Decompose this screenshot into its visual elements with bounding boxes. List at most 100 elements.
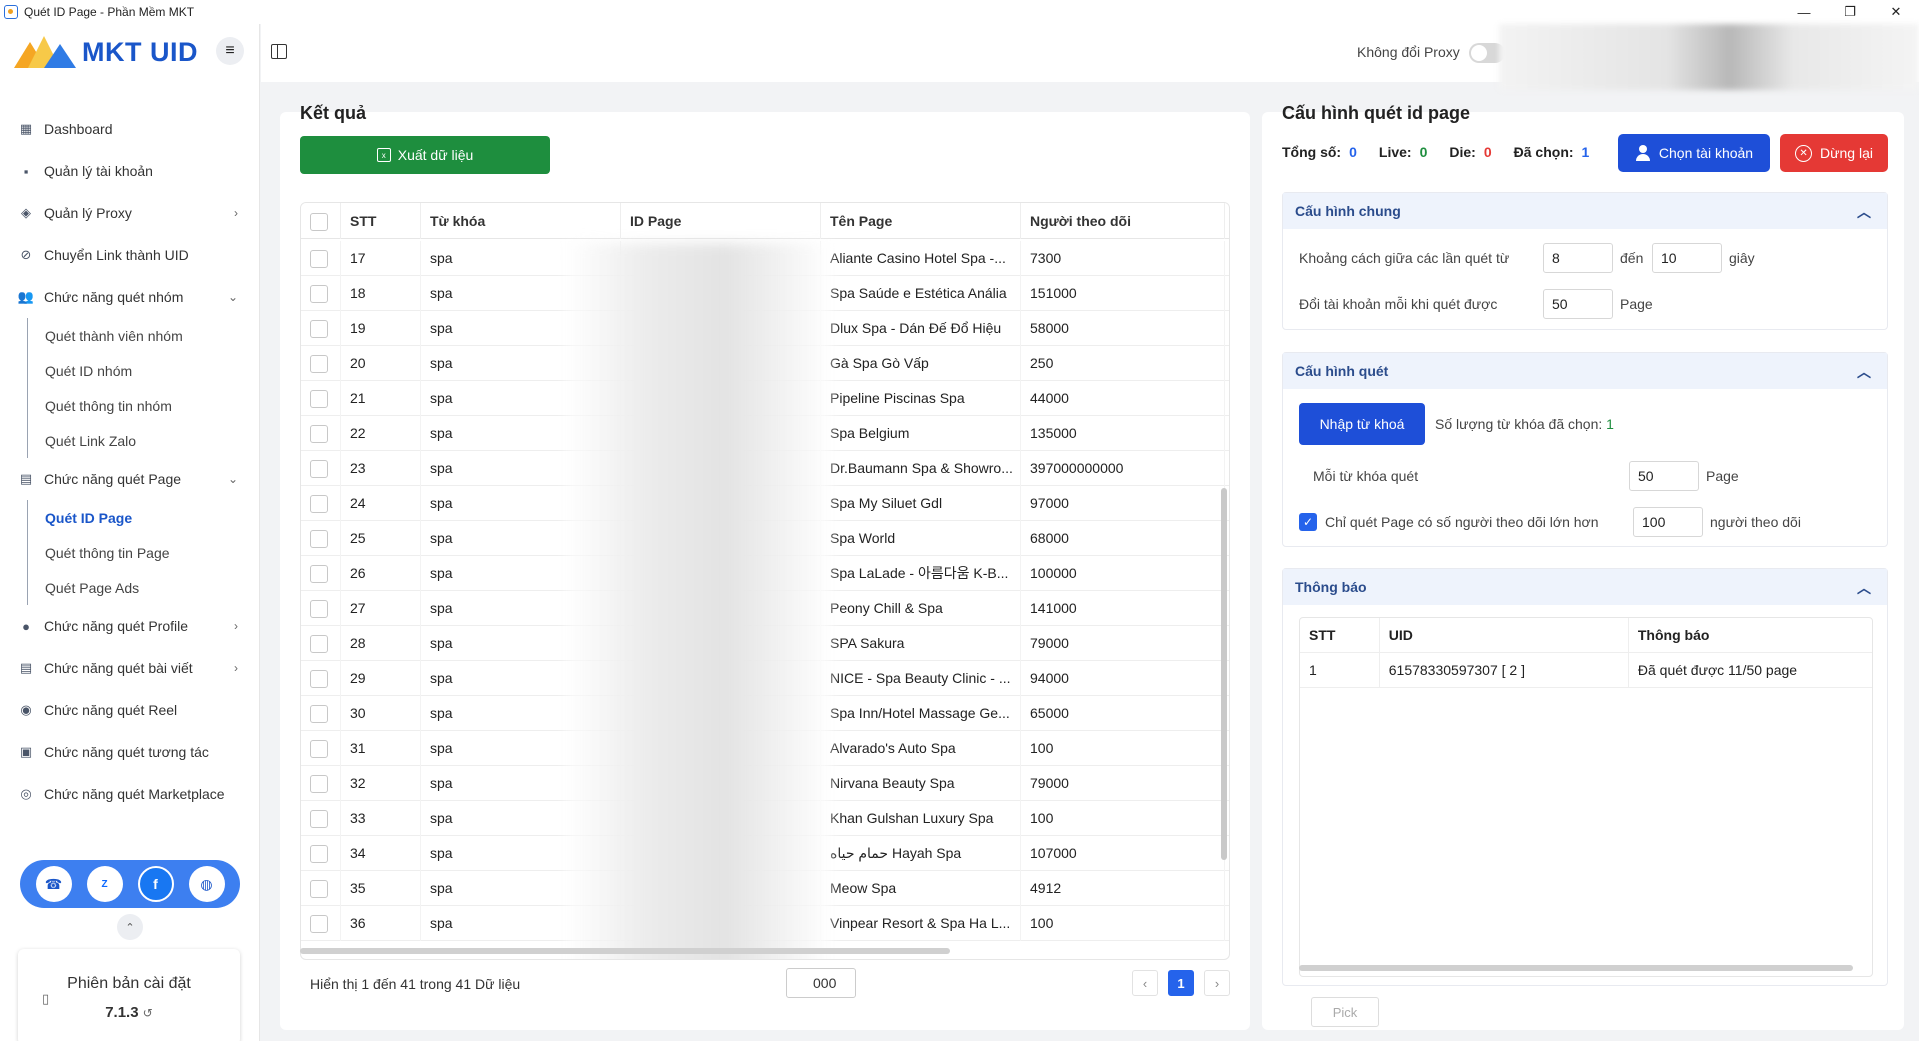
panel-toggle-icon[interactable]	[271, 44, 287, 59]
row-checkbox[interactable]	[310, 460, 328, 479]
globe-icon[interactable]: ◍	[188, 866, 225, 902]
table-row[interactable]: 1 61578330597307 [ 2 ] Đã quét được 11/5…	[1300, 653, 1872, 688]
row-checkbox-cell	[301, 556, 341, 591]
scan-config-header[interactable]: Cấu hình quét ︿	[1283, 353, 1887, 389]
cell-page-name: Aliante Casino Hotel Spa -...	[821, 241, 1021, 276]
row-checkbox[interactable]	[310, 530, 328, 549]
select-all-checkbox[interactable]	[310, 213, 328, 232]
row-checkbox[interactable]	[310, 880, 328, 899]
col-stt[interactable]: STT	[341, 203, 421, 239]
row-checkbox[interactable]	[310, 845, 328, 864]
export-button[interactable]: x Xuất dữ liệu	[300, 136, 550, 174]
support-chat-icon[interactable]: ☎	[35, 866, 72, 902]
zalo-icon[interactable]: Z	[86, 866, 123, 902]
interval-to-input[interactable]: 10	[1652, 243, 1722, 273]
col-followers[interactable]: Người theo dõi	[1021, 203, 1225, 239]
row-checkbox[interactable]	[310, 565, 328, 584]
next-page-icon[interactable]: ›	[1204, 970, 1230, 996]
close-icon[interactable]: ✕	[1873, 0, 1919, 24]
row-checkbox-cell	[301, 836, 341, 871]
row-checkbox[interactable]	[310, 355, 328, 374]
notification-scrollbar[interactable]	[1299, 965, 1853, 971]
sidebar-sub-group-id[interactable]: Quét ID nhóm	[0, 353, 260, 388]
cell-followers: 100	[1021, 801, 1225, 836]
row-checkbox[interactable]	[310, 495, 328, 514]
filter-followers-input[interactable]: 100	[1633, 507, 1703, 537]
row-checkbox[interactable]	[310, 425, 328, 444]
import-keywords-button[interactable]: Nhập từ khoá	[1299, 403, 1425, 445]
row-checkbox[interactable]	[310, 320, 328, 339]
prev-page-icon[interactable]: ‹	[1132, 970, 1158, 996]
row-checkbox[interactable]	[310, 600, 328, 619]
horizontal-scrollbar[interactable]	[300, 948, 950, 954]
cell-stt: 29	[341, 661, 421, 696]
notification-section: Thông báo ︿ STT UID Thông báo 1 615783305…	[1282, 568, 1888, 1027]
sidebar-sub-group-info[interactable]: Quét thông tin nhóm	[0, 388, 260, 423]
row-checkbox[interactable]	[310, 285, 328, 304]
cell-page-name: Meow Spa	[821, 871, 1021, 906]
sidebar-sub-page-info[interactable]: Quét thông tin Page	[0, 535, 260, 570]
marketplace-icon: ◎	[20, 786, 32, 801]
interaction-icon: ▣	[19, 744, 33, 759]
menu-toggle-button[interactable]: ≡	[216, 37, 244, 65]
pick-account-button[interactable]: Chọn tài khoản	[1618, 134, 1770, 172]
interval-from-input[interactable]: 8	[1543, 243, 1613, 273]
page-button-current[interactable]: 1	[1168, 970, 1194, 996]
cell-stt: 36	[341, 906, 421, 941]
per-keyword-unit: Page	[1706, 468, 1739, 484]
page-size-select[interactable]: 000	[786, 968, 856, 998]
sidebar-sub-page-ads[interactable]: Quét Page Ads	[0, 570, 260, 605]
sidebar-item-marketplace-scan[interactable]: ◎ Chức năng quét Marketplace	[0, 773, 260, 815]
sidebar-item-proxy[interactable]: ◈ Quản lý Proxy ›	[0, 192, 260, 234]
sidebar-sub-page-id[interactable]: Quét ID Page	[0, 500, 260, 535]
col-uid[interactable]: UID	[1380, 618, 1629, 652]
sidebar-sub-group-members[interactable]: Quét thành viên nhóm	[0, 318, 260, 353]
maximize-icon[interactable]: ❐	[1827, 0, 1873, 24]
sidebar-item-group-scan[interactable]: 👥 Chức năng quét nhóm ⌄	[0, 276, 260, 318]
cell-page-name: Pipeline Piscinas Spa	[821, 381, 1021, 416]
row-checkbox[interactable]	[310, 915, 328, 934]
row-checkbox[interactable]	[310, 250, 328, 269]
sidebar-item-dashboard[interactable]: ▦ Dashboard	[0, 108, 260, 150]
col-stt[interactable]: STT	[1300, 618, 1380, 652]
per-keyword-input[interactable]: 50	[1629, 461, 1699, 491]
sidebar-item-reel-scan[interactable]: ◉ Chức năng quét Reel	[0, 689, 260, 731]
minimize-icon[interactable]: —	[1781, 0, 1827, 24]
results-card: Kết quả x Xuất dữ liệu STT Từ khóa ID Pag…	[280, 103, 1250, 1030]
pick-button[interactable]: Pick	[1311, 997, 1379, 1027]
col-page-name[interactable]: Tên Page	[821, 203, 1021, 239]
notification-header[interactable]: Thông báo ︿	[1283, 569, 1887, 605]
row-checkbox[interactable]	[310, 775, 328, 794]
general-config-header[interactable]: Cấu hình chung ︿	[1283, 193, 1887, 229]
row-checkbox[interactable]	[310, 810, 328, 829]
row-checkbox[interactable]	[310, 670, 328, 689]
cell-followers: 135000	[1021, 416, 1225, 451]
link-icon: ⊘	[20, 247, 32, 262]
row-checkbox-cell	[301, 696, 341, 731]
sidebar-nav: ▦ Dashboard ▪ Quản lý tài khoản ◈ Quản lý P…	[0, 108, 260, 815]
filter-followers-checkbox[interactable]: ✓	[1299, 513, 1317, 531]
col-id-page[interactable]: ID Page	[621, 203, 821, 239]
col-message[interactable]: Thông báo	[1629, 618, 1872, 652]
row-checkbox-cell	[301, 311, 341, 346]
sidebar-item-accounts[interactable]: ▪ Quản lý tài khoản	[0, 150, 260, 192]
sidebar-item-page-scan[interactable]: ▤ Chức năng quét Page ⌄	[0, 458, 260, 500]
row-checkbox[interactable]	[310, 390, 328, 409]
sidebar-sub-zalo-link[interactable]: Quét Link Zalo	[0, 423, 260, 458]
row-checkbox[interactable]	[310, 740, 328, 759]
vertical-scrollbar[interactable]	[1221, 488, 1227, 860]
facebook-icon[interactable]: f	[137, 866, 174, 902]
sidebar-item-interaction-scan[interactable]: ▣ Chức năng quét tương tác	[0, 731, 260, 773]
row-checkbox[interactable]	[310, 635, 328, 654]
sidebar-item-profile-scan[interactable]: ● Chức năng quét Profile ›	[0, 605, 260, 647]
collapse-up-icon[interactable]: ⌃	[117, 914, 143, 940]
col-keyword[interactable]: Từ khóa	[421, 203, 621, 239]
row-checkbox[interactable]	[310, 705, 328, 724]
sidebar-item-link-uid[interactable]: ⊘ Chuyển Link thành UID	[0, 234, 260, 276]
switch-account-input[interactable]: 50	[1543, 289, 1613, 319]
history-icon[interactable]: ↺	[143, 1006, 153, 1020]
sidebar-item-post-scan[interactable]: ▤ Chức năng quét bài viết ›	[0, 647, 260, 689]
window-title: Quét ID Page - Phần Mềm MKT	[24, 5, 195, 19]
stop-button[interactable]: ✕ Dừng lại	[1780, 134, 1888, 172]
config-card: Cấu hình quét id page Tổng số: 0 Live: 0 D…	[1262, 103, 1904, 1030]
